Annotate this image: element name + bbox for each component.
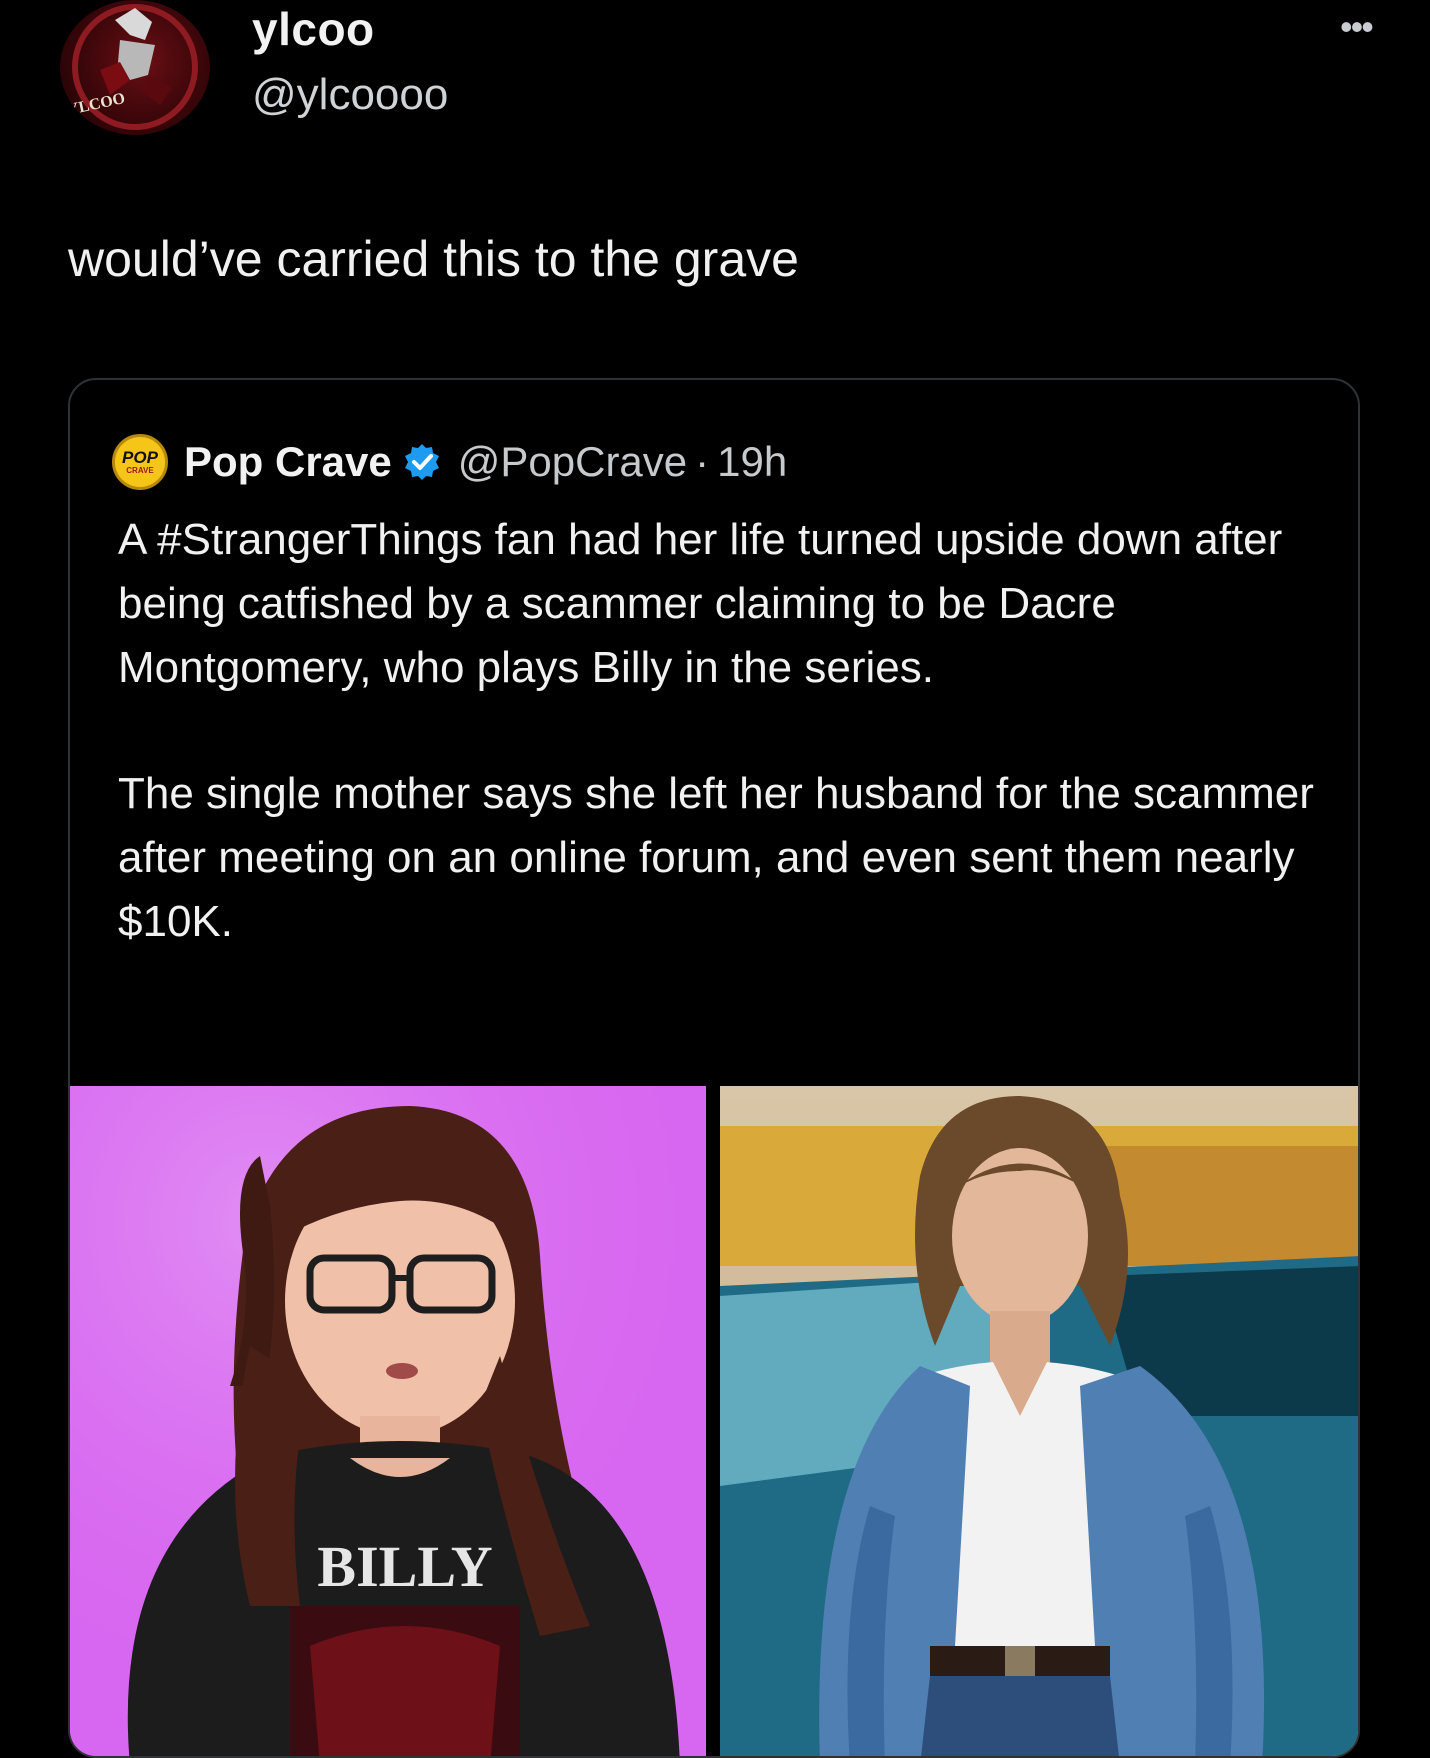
quoted-tweet-header: POP CRAVE Pop Crave @PopCrave · 19h — [112, 432, 787, 492]
shirt-text: BILLY — [317, 1534, 492, 1599]
author-handle[interactable]: @ylcoooo — [252, 70, 448, 120]
author-display-name[interactable]: ylcoo — [252, 2, 375, 56]
pop-crave-logo[interactable]: POP CRAVE — [112, 434, 168, 490]
verified-badge-icon — [404, 444, 439, 480]
quoted-tweet-card[interactable]: POP CRAVE Pop Crave @PopCrave · 19h A #S… — [68, 378, 1360, 1758]
photo-actor[interactable] — [720, 1086, 1358, 1756]
quoted-paragraph-2: The single mother says she left her husb… — [118, 769, 1314, 946]
logo-text-sub: CRAVE — [126, 465, 154, 475]
quoted-timestamp[interactable]: 19h — [717, 438, 787, 486]
author-avatar[interactable]: YLCOO — [60, 0, 210, 135]
more-options-icon[interactable]: ••• — [1340, 6, 1374, 48]
quoted-author-name[interactable]: Pop Crave — [184, 438, 392, 486]
quoted-author-handle[interactable]: @PopCrave — [458, 438, 687, 486]
quoted-paragraph-1: A #StrangerThings fan had her life turne… — [118, 515, 1283, 692]
quoted-tweet-body: A #StrangerThings fan had her life turne… — [118, 508, 1348, 954]
photo-fan[interactable]: BILLY — [70, 1086, 706, 1756]
post-text: would’ve carried this to the grave — [68, 231, 799, 287]
separator-dot: · — [695, 438, 710, 485]
logo-text-main: POP — [122, 447, 158, 467]
